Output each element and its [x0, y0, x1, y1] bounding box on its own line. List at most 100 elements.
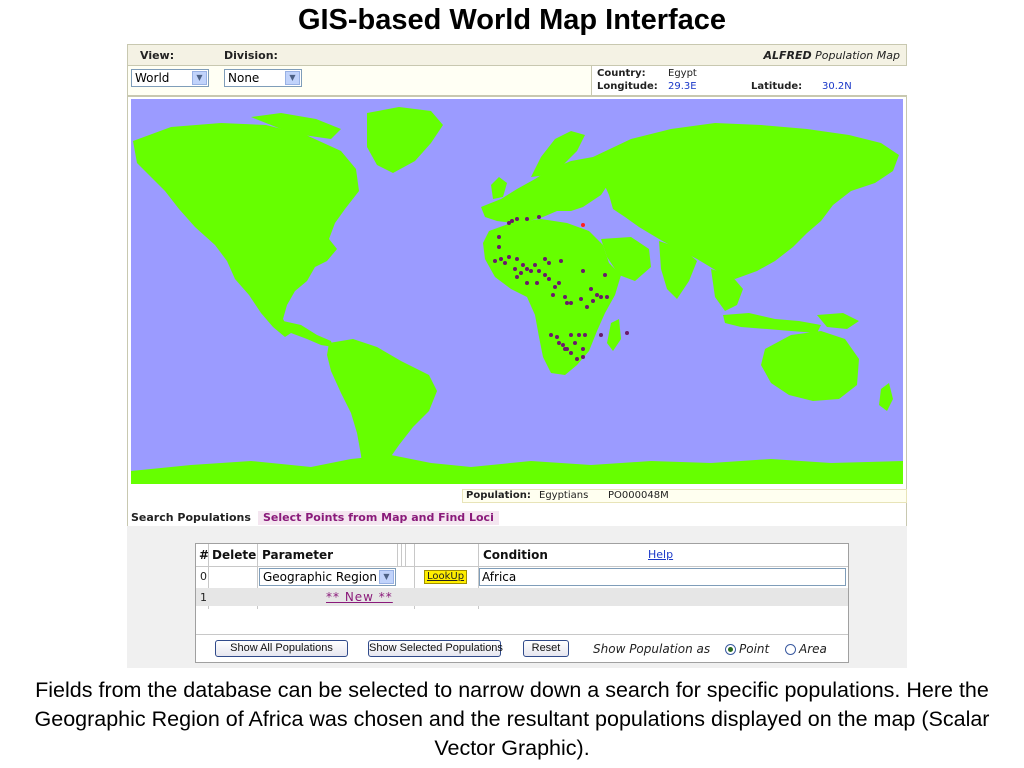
population-point[interactable] — [565, 347, 569, 351]
population-point[interactable] — [577, 333, 581, 337]
population-point[interactable] — [547, 277, 551, 281]
condition-input[interactable]: Africa — [479, 568, 846, 586]
alfred-app: View: Division: ALFRED Population Map Wo… — [127, 44, 907, 668]
world-map-frame — [127, 96, 907, 534]
col-parameter: Parameter — [262, 548, 334, 562]
chevron-down-icon: ▼ — [285, 71, 300, 85]
population-point[interactable] — [529, 269, 533, 273]
population-point[interactable] — [537, 215, 541, 219]
population-point[interactable] — [547, 261, 551, 265]
reset-button[interactable]: Reset — [523, 640, 569, 657]
latitude-label: Latitude: — [751, 81, 803, 92]
population-point[interactable] — [605, 295, 609, 299]
population-point[interactable] — [569, 301, 573, 305]
population-point[interactable] — [510, 219, 514, 223]
population-point[interactable] — [497, 235, 501, 239]
country-label: Country: — [597, 68, 646, 79]
population-point[interactable] — [535, 281, 539, 285]
show-all-populations-button[interactable]: Show All Populations — [215, 640, 348, 657]
population-point[interactable] — [583, 333, 587, 337]
population-point[interactable] — [573, 341, 577, 345]
show-selected-populations-button[interactable]: Show Selected Populations — [368, 640, 503, 657]
tab-search-populations[interactable]: Search Populations — [131, 511, 251, 524]
population-point[interactable] — [565, 301, 569, 305]
population-point[interactable] — [525, 281, 529, 285]
lookup-button[interactable]: LookUp — [424, 570, 467, 584]
world-map[interactable] — [131, 99, 903, 484]
population-point[interactable] — [513, 267, 517, 271]
population-point[interactable] — [493, 259, 497, 263]
population-point[interactable] — [515, 217, 519, 221]
population-name: Egyptians — [539, 490, 589, 501]
population-point[interactable] — [543, 257, 547, 261]
population-point[interactable] — [581, 347, 585, 351]
grid-header: # Delete Parameter Condition Help — [196, 544, 848, 567]
view-label: View: — [140, 49, 175, 62]
division-label: Division: — [224, 49, 278, 62]
row-num: 1 — [200, 591, 207, 604]
population-point[interactable] — [589, 287, 593, 291]
col-condition: Condition — [483, 548, 548, 562]
table-row: 1 ** New ** — [196, 588, 848, 606]
new-row-link[interactable]: ** New ** — [326, 590, 393, 604]
radio-area[interactable] — [785, 644, 796, 655]
chevron-down-icon: ▼ — [379, 570, 394, 584]
population-point[interactable] — [543, 273, 547, 277]
population-point[interactable] — [599, 333, 603, 337]
population-point[interactable] — [569, 351, 573, 355]
population-point[interactable] — [521, 263, 525, 267]
app-header: View: Division: ALFRED Population Map — [127, 44, 907, 66]
table-row: 0 Geographic Region ▼ LookUp Africa — [196, 566, 848, 588]
view-select[interactable]: World ▼ — [131, 69, 209, 87]
population-point[interactable] — [515, 275, 519, 279]
population-point[interactable] — [599, 295, 603, 299]
population-point[interactable] — [551, 293, 555, 297]
population-point[interactable] — [515, 257, 519, 261]
population-point[interactable] — [585, 305, 589, 309]
help-link[interactable]: Help — [648, 548, 673, 561]
control-bar: World ▼ None ▼ Country: Egypt Longitude:… — [127, 66, 907, 96]
population-point[interactable] — [575, 357, 579, 361]
population-label: Population: — [466, 490, 531, 501]
population-point[interactable] — [559, 259, 563, 263]
population-point[interactable] — [507, 255, 511, 259]
population-point[interactable] — [557, 341, 561, 345]
population-point[interactable] — [519, 271, 523, 275]
radio-point[interactable] — [725, 644, 736, 655]
population-point[interactable] — [503, 261, 507, 265]
population-point[interactable] — [525, 267, 529, 271]
population-point[interactable] — [579, 297, 583, 301]
parameter-select[interactable]: Geographic Region ▼ — [259, 568, 396, 586]
population-point[interactable] — [499, 257, 503, 261]
population-point[interactable] — [553, 285, 557, 289]
division-select[interactable]: None ▼ — [224, 69, 302, 87]
population-point[interactable] — [603, 273, 607, 277]
search-grid: # Delete Parameter Condition Help 0 Geog… — [195, 543, 849, 663]
selected-population-point[interactable] — [581, 223, 585, 227]
population-point[interactable] — [555, 335, 559, 339]
population-point[interactable] — [561, 343, 565, 347]
col-delete: Delete — [212, 548, 257, 562]
population-point[interactable] — [557, 281, 561, 285]
row-num: 0 — [200, 570, 207, 583]
country-value: Egypt — [668, 68, 697, 79]
radio-area-label: Area — [799, 642, 827, 656]
population-point[interactable] — [533, 263, 537, 267]
slide-title: GIS-based World Map Interface — [297, 4, 727, 36]
show-as-label: Show Population as — [593, 642, 711, 656]
latitude-value: 30.2N — [822, 81, 852, 92]
population-point[interactable] — [563, 295, 567, 299]
search-panel: # Delete Parameter Condition Help 0 Geog… — [127, 526, 907, 668]
population-point[interactable] — [569, 333, 573, 337]
population-point[interactable] — [549, 333, 553, 337]
population-point[interactable] — [595, 293, 599, 297]
tab-select-points[interactable]: Select Points from Map and Find Loci — [258, 511, 499, 525]
population-point[interactable] — [581, 355, 585, 359]
longitude-value: 29.3E — [668, 81, 697, 92]
population-point[interactable] — [591, 299, 595, 303]
population-point[interactable] — [497, 245, 501, 249]
population-point[interactable] — [581, 269, 585, 273]
population-point[interactable] — [625, 331, 629, 335]
population-point[interactable] — [537, 269, 541, 273]
population-point[interactable] — [525, 217, 529, 221]
